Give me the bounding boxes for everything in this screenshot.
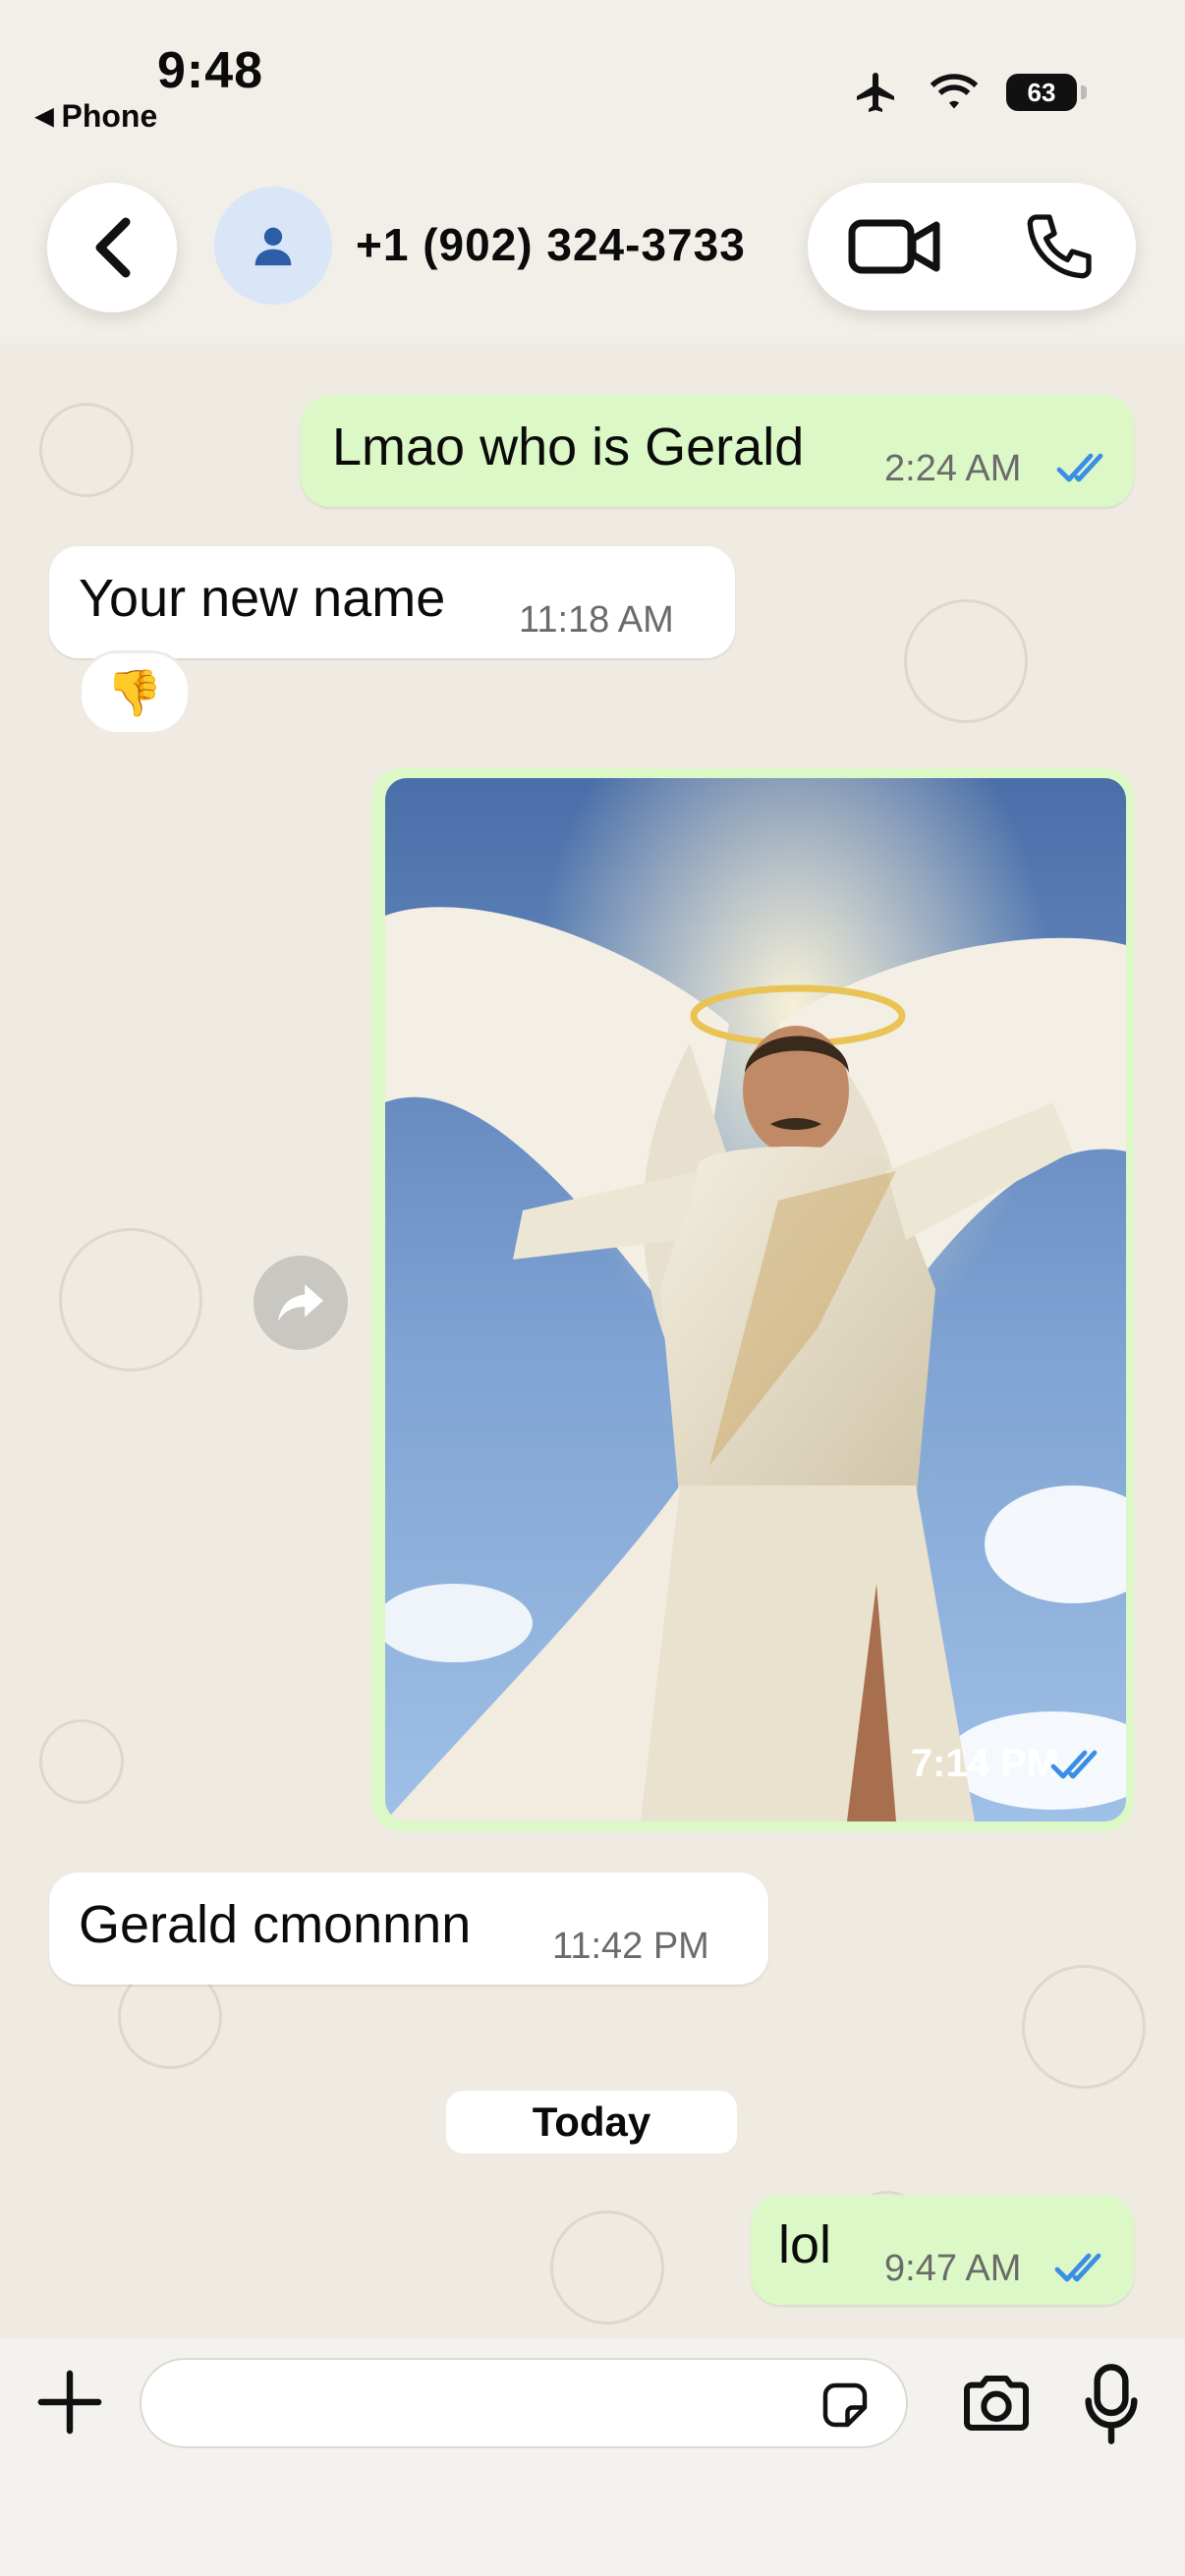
wifi-icon bbox=[930, 74, 979, 109]
back-button[interactable] bbox=[47, 183, 177, 312]
contact-name[interactable]: +1 (902) 324-3733 bbox=[356, 218, 746, 271]
chevron-left-icon bbox=[95, 217, 131, 278]
read-ticks-icon bbox=[1054, 2253, 1101, 2282]
airplane-icon bbox=[857, 73, 894, 112]
message-time: 9:47 AM bbox=[884, 2248, 1022, 2289]
message-bubble-outgoing[interactable]: lol 9:47 AM bbox=[751, 2195, 1134, 2305]
read-ticks-icon bbox=[1050, 1750, 1098, 1779]
angel-image bbox=[385, 778, 1126, 1821]
message-text: Lmao who is Gerald bbox=[332, 418, 805, 476]
forward-button[interactable] bbox=[254, 1256, 348, 1350]
message-time: 11:18 AM bbox=[519, 599, 674, 641]
read-ticks-icon bbox=[1056, 453, 1103, 482]
image-message[interactable]: 7:14 PM bbox=[371, 768, 1134, 1831]
message-input[interactable] bbox=[140, 2358, 908, 2448]
message-time: 2:24 AM bbox=[884, 448, 1022, 489]
sticker-icon[interactable] bbox=[816, 2376, 875, 2435]
message-text: Your new name bbox=[79, 569, 446, 628]
message-time: 11:42 PM bbox=[552, 1926, 709, 1967]
date-separator: Today bbox=[446, 2091, 737, 2154]
back-triangle-icon: ◀ bbox=[35, 103, 54, 130]
phone-call-icon[interactable] bbox=[1020, 207, 1099, 286]
angel-photo[interactable]: 7:14 PM bbox=[385, 778, 1126, 1821]
person-icon bbox=[254, 227, 292, 266]
back-to-app-link[interactable]: ◀ Phone bbox=[35, 98, 157, 135]
reaction-badge[interactable]: 👎 bbox=[79, 650, 191, 735]
microphone-icon[interactable] bbox=[1081, 2362, 1142, 2446]
photo-time: 7:14 PM bbox=[910, 1742, 1059, 1785]
message-bubble-incoming[interactable]: Your new name 11:18 AM bbox=[49, 546, 735, 658]
back-app-label: Phone bbox=[61, 98, 158, 134]
battery-indicator: 63 bbox=[1006, 74, 1087, 111]
plus-icon[interactable] bbox=[35, 2368, 104, 2436]
message-bubble-incoming[interactable]: Gerald cmonnnn 11:42 PM bbox=[49, 1873, 768, 1985]
video-call-icon[interactable] bbox=[846, 212, 944, 281]
status-icons: 63 bbox=[851, 69, 1087, 116]
camera-icon[interactable] bbox=[957, 2364, 1036, 2442]
forward-icon bbox=[278, 1284, 323, 1321]
avatar[interactable] bbox=[214, 187, 332, 305]
call-actions bbox=[808, 183, 1136, 310]
message-text: lol bbox=[778, 2215, 832, 2274]
message-text: Gerald cmonnnn bbox=[79, 1895, 472, 1954]
message-bubble-outgoing[interactable]: Lmao who is Gerald 2:24 AM bbox=[301, 395, 1134, 507]
status-time: 9:48 bbox=[157, 42, 264, 99]
